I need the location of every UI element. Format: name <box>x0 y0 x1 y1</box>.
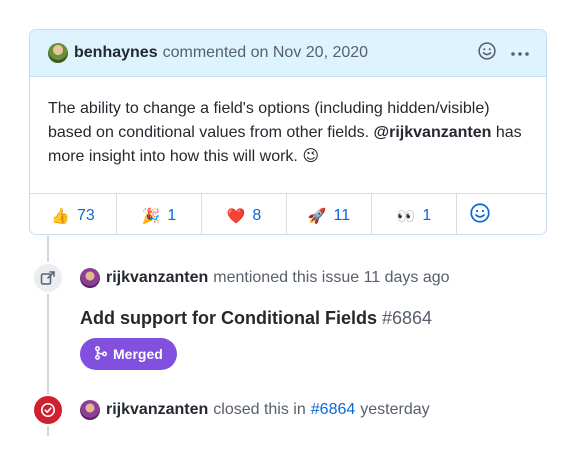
pr-title[interactable]: Add support for Conditional Fields <box>80 308 377 328</box>
mention-event: rijkvanzanten mentioned this issue 11 da… <box>32 262 450 294</box>
reactions-bar: 👍 73 🎉 1 ❤️ 8 🚀 11 👀 1 <box>30 193 546 234</box>
eyes-icon: 👀 <box>396 206 416 225</box>
reaction-heart[interactable]: ❤️ 8 <box>202 194 287 234</box>
merged-label: Merged <box>113 346 163 362</box>
event-time: yesterday <box>360 401 430 418</box>
rocket-icon: 🚀 <box>307 206 327 225</box>
user-mention-link[interactable]: @rijkvanzanten <box>374 124 492 141</box>
pr-link[interactable]: #6864 <box>311 401 356 419</box>
event-author[interactable]: rijkvanzanten <box>106 401 208 419</box>
avatar[interactable] <box>80 400 100 420</box>
reaction-eyes[interactable]: 👀 1 <box>372 194 457 234</box>
comment-action[interactable]: commented on Nov 20, 2020 <box>163 44 368 62</box>
close-event: rijkvanzanten closed this in #6864 yeste… <box>32 394 430 426</box>
merged-status-badge: Merged <box>80 338 177 370</box>
heart-icon: ❤️ <box>226 206 246 225</box>
avatar[interactable] <box>48 43 68 63</box>
reaction-count: 11 <box>333 206 351 224</box>
git-merge-icon <box>94 345 108 363</box>
comment-body: The ability to change a field's options … <box>30 77 546 193</box>
reaction-thumbs-up[interactable]: 👍 73 <box>30 194 117 234</box>
reaction-rocket[interactable]: 🚀 11 <box>287 194 372 234</box>
reaction-count: 73 <box>76 206 95 224</box>
reaction-count: 8 <box>252 206 262 224</box>
pr-number[interactable]: #6864 <box>382 308 432 328</box>
thumbs-up-icon: 👍 <box>51 206 70 225</box>
reaction-hooray[interactable]: 🎉 1 <box>117 194 202 234</box>
party-popper-icon: 🎉 <box>141 206 161 225</box>
avatar[interactable] <box>80 268 100 288</box>
reaction-count: 1 <box>167 206 177 224</box>
smiley-icon[interactable] <box>478 41 496 65</box>
reaction-count: 1 <box>422 206 432 224</box>
event-text: mentioned this issue 11 days ago <box>213 269 450 286</box>
issue-closed-icon <box>32 394 64 426</box>
comment-header: benhaynes commented on Nov 20, 2020 <box>30 30 546 77</box>
comment-actions <box>478 41 530 65</box>
kebab-menu-icon[interactable] <box>510 44 530 62</box>
event-author[interactable]: rijkvanzanten <box>106 269 208 287</box>
event-text: closed this in <box>213 401 306 418</box>
pr-reference[interactable]: Add support for Conditional Fields #6864 <box>80 308 432 329</box>
cross-reference-icon <box>32 262 64 294</box>
comment-author[interactable]: benhaynes <box>74 44 158 62</box>
add-reaction-icon <box>470 203 490 228</box>
add-reaction-button[interactable] <box>457 194 503 234</box>
comment-box: benhaynes commented on Nov 20, 2020 The … <box>29 29 547 235</box>
